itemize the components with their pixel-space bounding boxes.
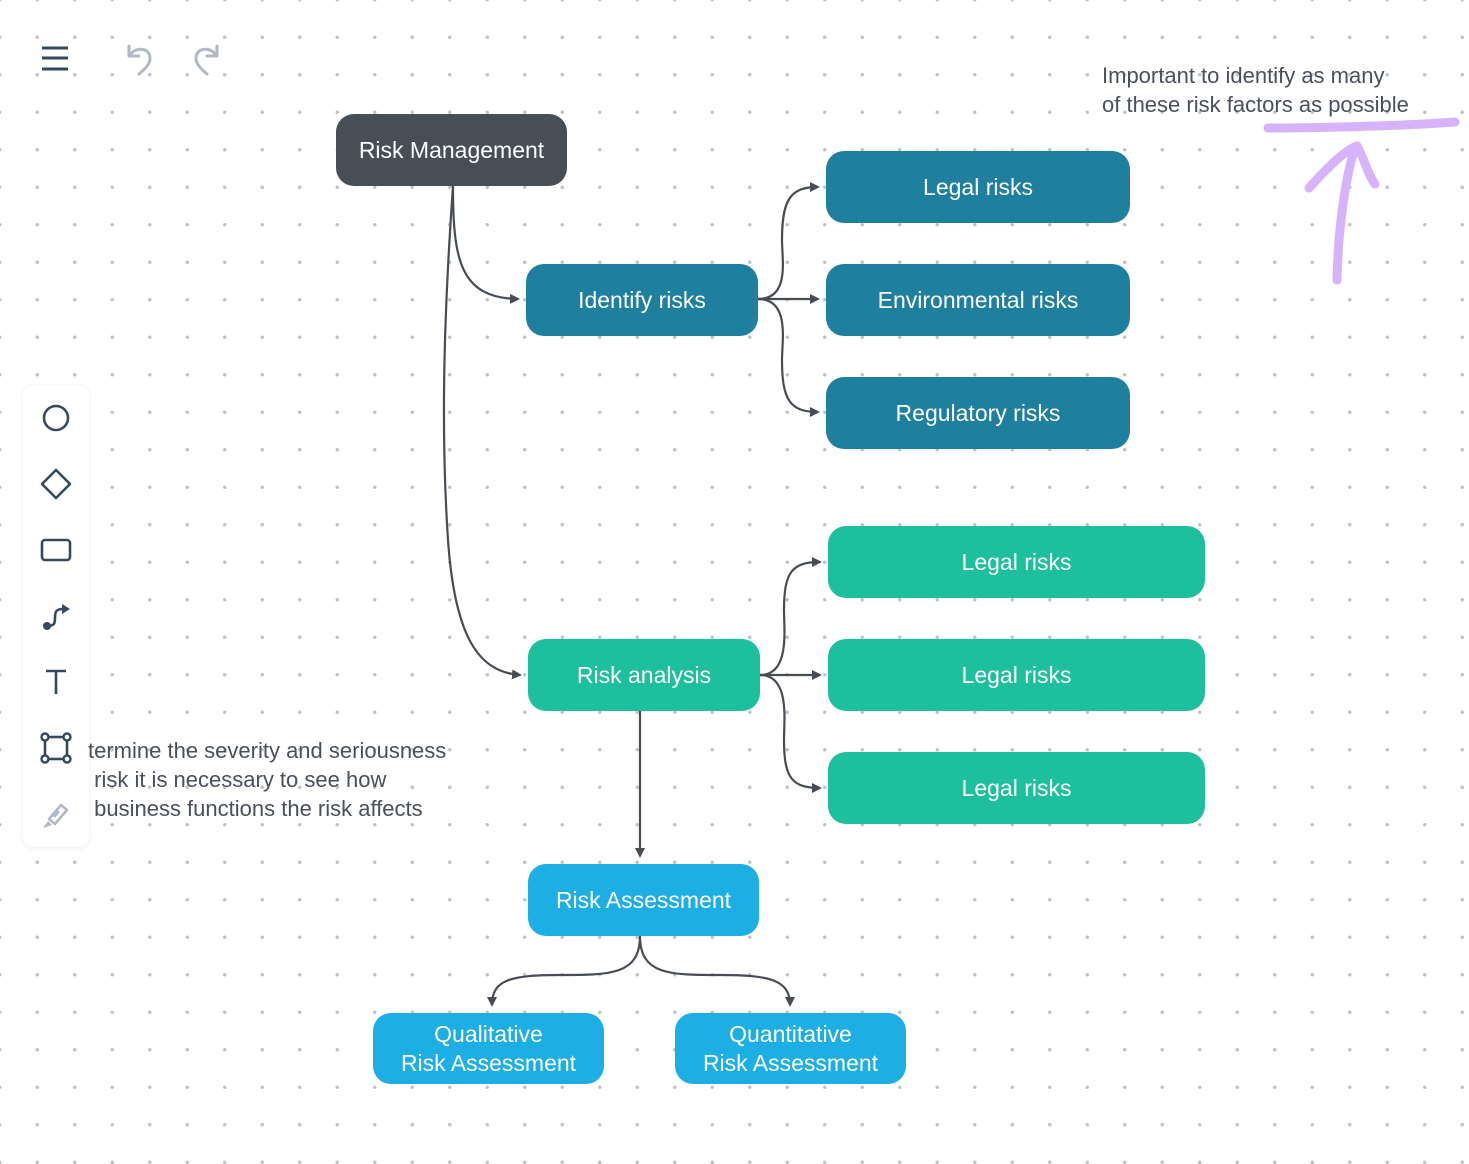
annotation-underline-stroke[interactable] [1263, 117, 1460, 133]
note-severity[interactable]: termine the severity and seriousness ris… [88, 736, 446, 823]
connector-icon [43, 604, 70, 630]
node-analysis-legal-risks-1[interactable]: Legal risks [828, 526, 1205, 598]
undo-button[interactable] [122, 42, 158, 78]
edge-identify-regulatory[interactable] [757, 297, 820, 417]
edge-assessment-qualitative[interactable] [487, 935, 642, 1007]
pen-tool[interactable] [23, 789, 89, 839]
edge-identify-legal[interactable] [757, 182, 820, 301]
node-quantitative-risk-assessment[interactable]: Quantitative Risk Assessment [675, 1013, 906, 1084]
edge-root-analysis[interactable] [442, 185, 522, 680]
hamburger-menu-icon [42, 46, 68, 71]
note-identify-many[interactable]: Important to identify as many of these r… [1102, 61, 1409, 119]
connectors-layer [442, 117, 1460, 1007]
text-icon [46, 669, 66, 694]
node-environmental-risks[interactable]: Environmental risks [826, 264, 1130, 336]
node-analysis-legal-risks-2[interactable]: Legal risks [828, 639, 1205, 711]
edge-assessment-quantitative[interactable] [638, 935, 795, 1007]
node-risk-analysis[interactable]: Risk analysis [528, 639, 760, 711]
circle-icon [42, 404, 70, 432]
undo-icon [127, 44, 152, 76]
frame-icon [40, 732, 72, 764]
node-identify-risks[interactable]: Identify risks [526, 264, 758, 336]
node-risk-management[interactable]: Risk Management [336, 114, 567, 186]
node-risk-assessment[interactable]: Risk Assessment [528, 864, 759, 936]
connector-tool[interactable] [23, 591, 89, 641]
node-legal-risks[interactable]: Legal risks [826, 151, 1130, 223]
diamond-icon [40, 468, 72, 500]
edge-analysis-legal-1[interactable] [759, 557, 822, 677]
node-analysis-legal-risks-3[interactable]: Legal risks [828, 752, 1205, 824]
node-qualitative-risk-assessment[interactable]: Qualitative Risk Assessment [373, 1013, 604, 1084]
annotation-arrow-head-stroke[interactable] [1304, 141, 1380, 193]
edge-analysis-legal-3[interactable] [759, 673, 822, 793]
rectangle-icon [40, 538, 72, 562]
frame-tool[interactable] [23, 723, 89, 773]
edge-root-identify[interactable] [451, 185, 520, 304]
circle-tool[interactable] [23, 393, 89, 443]
text-tool[interactable] [23, 657, 89, 707]
node-regulatory-risks[interactable]: Regulatory risks [826, 377, 1130, 449]
shape-toolbar [23, 386, 89, 847]
redo-button[interactable] [188, 42, 224, 78]
menu-button[interactable] [38, 44, 72, 76]
annotation-arrow-shaft-stroke[interactable] [1332, 142, 1360, 285]
diamond-tool[interactable] [23, 459, 89, 509]
redo-icon [194, 44, 219, 76]
rectangle-tool[interactable] [23, 525, 89, 575]
pen-icon [43, 803, 69, 828]
